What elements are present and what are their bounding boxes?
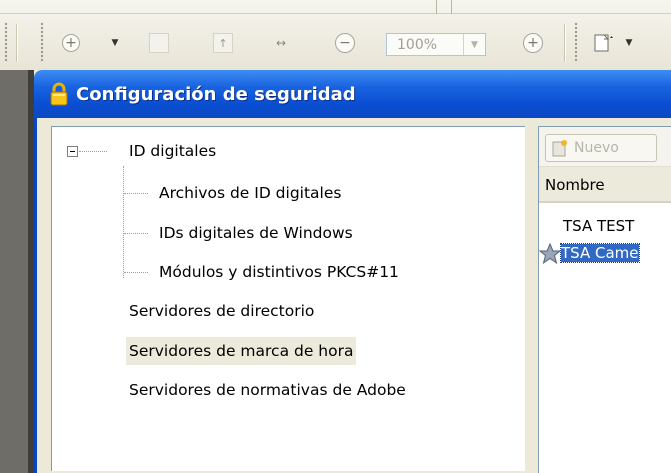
tree-item-servidores-marca-hora[interactable]: Servidores de marca de hora [126, 337, 357, 365]
toolbar-grip[interactable] [40, 22, 44, 62]
fit-width-icon[interactable]: ↔ [268, 30, 294, 56]
server-list-panel: Nuevo Nombre TSA TEST TSA Came [538, 126, 671, 473]
dialog-body: ID digitales Archivos de ID digitales ID… [34, 118, 671, 473]
server-list-toolbar: Nuevo [539, 127, 671, 167]
dropdown-arrow-icon[interactable]: ▼ [102, 30, 128, 56]
tree-item-servidores-directorio[interactable]: Servidores de directorio [126, 297, 317, 325]
toolbar-divider [436, 0, 437, 14]
list-item-label: TSA Came [560, 243, 640, 263]
page-layout-icon[interactable] [590, 30, 616, 56]
new-button-label: Nuevo [574, 140, 619, 156]
document-area-edge [0, 70, 34, 473]
new-document-icon [552, 139, 568, 157]
zoom-in-icon[interactable]: + [58, 30, 84, 56]
list-item-label: TSA TEST [563, 217, 635, 235]
list-item[interactable]: TSA TEST [539, 213, 671, 239]
collapse-toggle-icon[interactable] [67, 146, 78, 157]
list-item[interactable]: TSA Came [539, 240, 671, 266]
zoom-level-value: 100% [397, 36, 438, 53]
toolbar-grip[interactable] [4, 22, 8, 62]
tree-connector [124, 233, 148, 234]
toolbar-separator [16, 24, 18, 62]
main-toolbar: + ▼ ↑ ↔ − 100% ▼ + ▼ [0, 0, 671, 70]
tree-connector [123, 166, 124, 278]
tree-connector [124, 193, 148, 194]
zoom-dropdown-arrow-icon[interactable]: ▼ [463, 34, 485, 55]
new-button[interactable]: Nuevo [545, 134, 657, 162]
dialog-title: Configuración de seguridad [76, 83, 356, 105]
tree-item-ids-windows[interactable]: IDs digitales de Windows [156, 219, 356, 247]
column-header-label: Nombre [545, 176, 605, 194]
tree-item-servidores-normativas[interactable]: Servidores de normativas de Adobe [126, 376, 409, 404]
star-icon [539, 242, 562, 265]
column-header-nombre[interactable]: Nombre [539, 167, 671, 203]
tree-connector [124, 272, 148, 273]
security-settings-dialog: Configuración de seguridad ID digitales … [34, 70, 671, 473]
toolbar-top-strip [0, 0, 671, 14]
toolbar-separator [564, 24, 566, 62]
tree-item-archivos-id[interactable]: Archivos de ID digitales [156, 179, 344, 207]
zoom-plus-icon[interactable]: + [520, 30, 546, 56]
lock-icon [48, 81, 70, 107]
fit-page-icon[interactable]: ↑ [210, 30, 236, 56]
tree-connector [79, 151, 107, 152]
dialog-titlebar[interactable]: Configuración de seguridad [34, 70, 671, 118]
dropdown-arrow-icon[interactable]: ▼ [616, 30, 642, 56]
tree-item-pkcs11[interactable]: Módulos y distintivos PKCS#11 [156, 258, 402, 286]
blank-page-icon[interactable] [146, 30, 172, 56]
tree-item-id-digitales[interactable]: ID digitales [126, 137, 219, 165]
settings-tree: ID digitales Archivos de ID digitales ID… [51, 126, 525, 471]
toolbar-grip[interactable] [574, 22, 578, 62]
toolbar-divider [451, 0, 452, 14]
zoom-level-field[interactable]: 100% ▼ [386, 33, 486, 56]
zoom-out-icon[interactable]: − [332, 30, 358, 56]
